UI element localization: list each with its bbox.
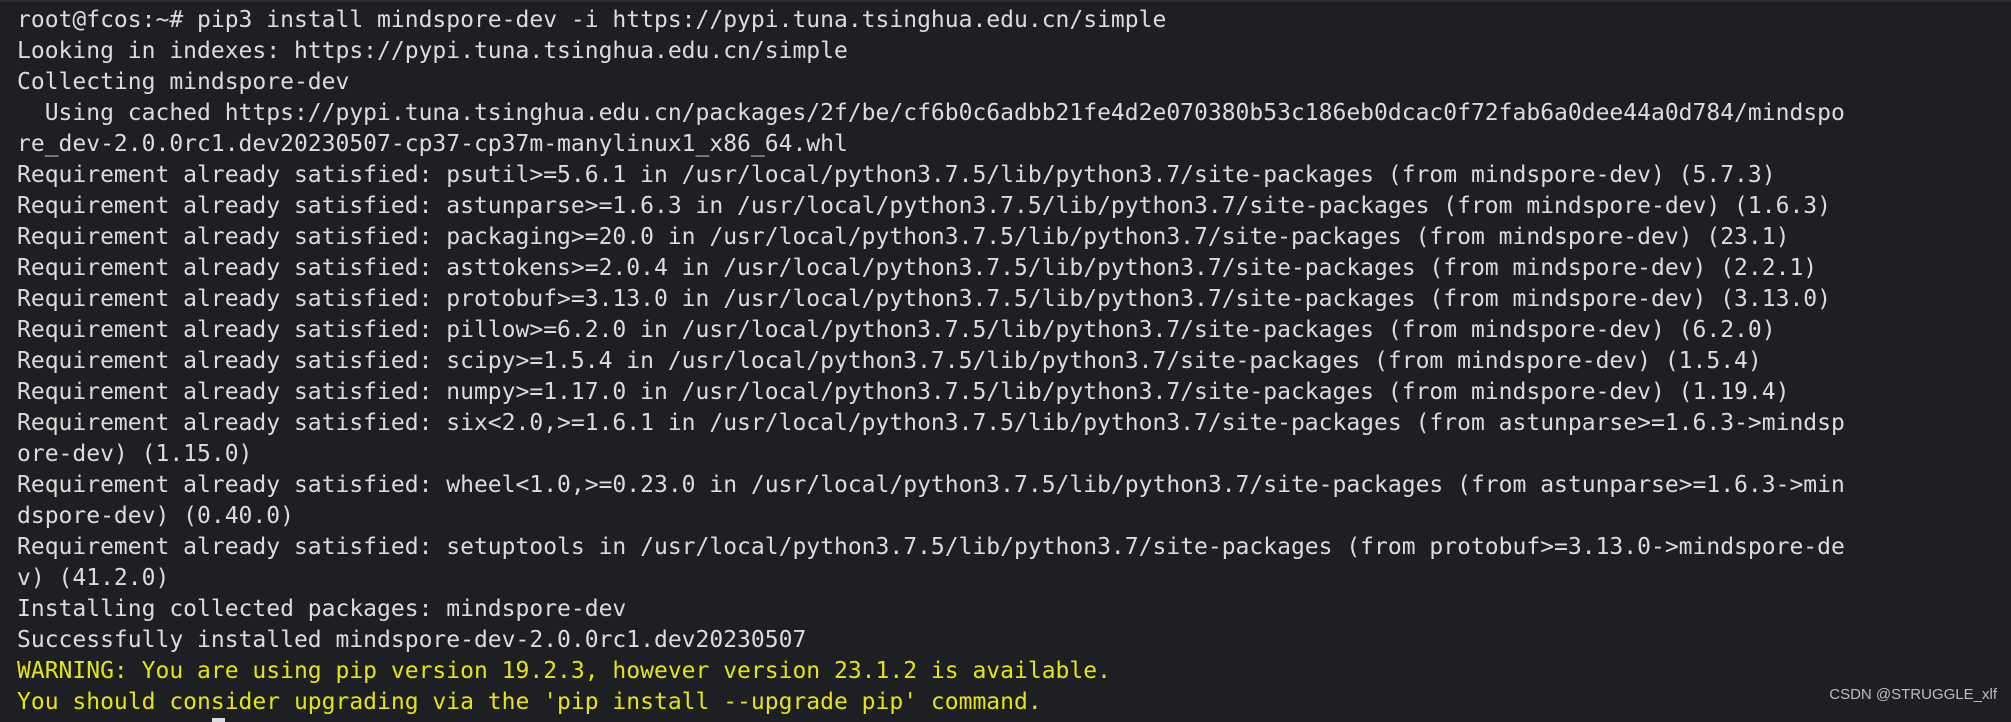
terminal-line: ore-dev) (1.15.0) xyxy=(17,441,253,467)
terminal-line: Successfully installed mindspore-dev-2.0… xyxy=(17,627,807,653)
watermark: CSDN @STRUGGLE_xlf xyxy=(1829,686,1997,703)
terminal-line: Requirement already satisfied: packaging… xyxy=(17,224,1790,250)
terminal-line: Looking in indexes: https://pypi.tuna.ts… xyxy=(17,38,848,64)
terminal-line: v) (41.2.0) xyxy=(17,565,170,591)
terminal-warning-line: WARNING: You are using pip version 19.2.… xyxy=(17,658,1111,684)
terminal-line: Requirement already satisfied: psutil>=5… xyxy=(17,162,1776,188)
terminal-line: Requirement already satisfied: six<2.0,>… xyxy=(17,410,1845,436)
terminal-line: Requirement already satisfied: scipy>=1.… xyxy=(17,348,1762,374)
terminal-output: root@fcos:~# pip3 install mindspore-dev … xyxy=(17,5,2011,718)
terminal-cursor xyxy=(212,718,225,722)
terminal-line: Requirement already satisfied: protobuf>… xyxy=(17,286,1831,312)
terminal-line: Requirement already satisfied: astunpars… xyxy=(17,193,1831,219)
terminal-line: Requirement already satisfied: setuptool… xyxy=(17,534,1845,560)
terminal-warning-line: You should consider upgrading via the 'p… xyxy=(17,689,1042,715)
terminal-line: Collecting mindspore-dev xyxy=(17,69,350,95)
terminal-line: Requirement already satisfied: asttokens… xyxy=(17,255,1818,281)
terminal-line: root@fcos:~# pip3 install mindspore-dev … xyxy=(17,7,1167,33)
terminal-window[interactable]: root@fcos:~# pip3 install mindspore-dev … xyxy=(0,0,2011,722)
terminal-line: Requirement already satisfied: numpy>=1.… xyxy=(17,379,1790,405)
terminal-line: Requirement already satisfied: pillow>=6… xyxy=(17,317,1776,343)
terminal-line: Requirement already satisfied: wheel<1.0… xyxy=(17,472,1845,498)
terminal-top-edge xyxy=(0,0,2011,2)
terminal-line: Installing collected packages: mindspore… xyxy=(17,596,627,622)
terminal-line: re_dev-2.0.0rc1.dev20230507-cp37-cp37m-m… xyxy=(17,131,848,157)
terminal-line: Using cached https://pypi.tuna.tsinghua.… xyxy=(17,100,1845,126)
terminal-line: dspore-dev) (0.40.0) xyxy=(17,503,294,529)
